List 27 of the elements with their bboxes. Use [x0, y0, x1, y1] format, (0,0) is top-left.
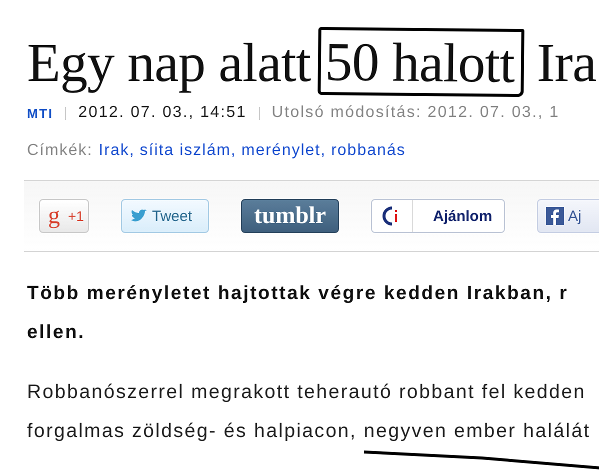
headline-text: Egy nap alatt: [27, 32, 311, 93]
tumblr-button[interactable]: tumblr: [241, 199, 339, 233]
comma: ,: [230, 142, 236, 160]
tag-link[interactable]: merénylet: [241, 142, 321, 160]
body-text: forgalmas zöldség- és halpiacon, negyven ember halálát: [27, 419, 592, 444]
modified-date: Utolsó módosítás: 2012. 07. 03., 1: [272, 104, 560, 122]
tags-label: Címkék:: [27, 142, 93, 160]
tweet-button[interactable]: Tweet: [121, 199, 209, 233]
plus-one-button[interactable]: g +1: [39, 199, 89, 233]
lead-text: ellen.: [27, 321, 86, 345]
publish-date: 2012. 07. 03., 14:51: [78, 104, 247, 122]
bird-icon: [130, 209, 148, 223]
g-logo: g: [48, 202, 60, 230]
plus-one-label: +1: [68, 208, 84, 224]
lead-text: Több merényletet hajtottak végre kedden Irakban, r: [27, 282, 570, 306]
marked-headline-text: 50 halott: [324, 31, 515, 94]
tag-link[interactable]: Irak: [98, 142, 130, 160]
recommend-button[interactable]: Ajánlom: [371, 199, 505, 233]
comma: ,: [129, 142, 135, 160]
facebook-button[interactable]: Aj: [537, 199, 599, 233]
tag-link[interactable]: síita iszlám: [140, 142, 231, 160]
tag-link[interactable]: robbanás: [331, 142, 406, 160]
f-logo: [546, 207, 564, 225]
source-link[interactable]: MTI: [27, 106, 54, 120]
comma: ,: [320, 142, 326, 160]
headline-text: Ira: [536, 32, 596, 93]
body-text: Robbanószerrel megrakott teherautó robbant fel kedden: [27, 380, 587, 405]
